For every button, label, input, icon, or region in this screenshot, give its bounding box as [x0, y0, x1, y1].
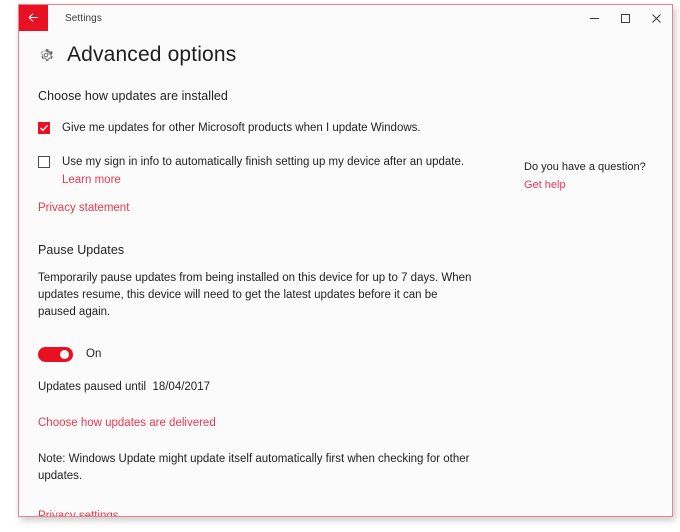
checkmark-icon: [40, 124, 49, 132]
gear-icon: [37, 47, 54, 64]
back-button[interactable]: [19, 5, 48, 31]
checkbox-row-microsoft-products[interactable]: Give me updates for other Microsoft prod…: [38, 121, 672, 135]
install-section-heading: Choose how updates are installed: [38, 89, 228, 103]
content-area: Choose how updates are installed Give me…: [19, 89, 672, 516]
back-arrow-icon: [28, 13, 38, 22]
gear-icon-svg: [40, 49, 53, 61]
pause-section-description: Temporarily pause updates from being ins…: [38, 271, 472, 319]
pause-updates-toggle[interactable]: [38, 346, 73, 362]
update-note-text: Note: Windows Update might update itself…: [38, 452, 470, 482]
page-title: Advanced options: [67, 43, 237, 66]
pause-toggle-label: On: [86, 348, 102, 360]
question-panel: Do you have a question? Get help: [524, 161, 672, 193]
pause-toggle-row[interactable]: On: [38, 346, 672, 362]
maximize-button[interactable]: [610, 5, 641, 32]
privacy-statement-container: Privacy statement: [38, 198, 672, 216]
privacy-statement-link[interactable]: Privacy statement: [38, 202, 129, 214]
maximize-icon: [621, 14, 630, 23]
checkbox-sign-in[interactable]: [38, 156, 50, 169]
checkbox-sign-in-body: Use my sign in info to automatically fin…: [62, 155, 464, 187]
window-title: Settings: [65, 13, 102, 24]
delivery-link-container: Choose how updates are delivered: [38, 413, 672, 431]
pause-section-heading: Pause Updates: [38, 242, 125, 257]
privacy-settings-container: Privacy settings: [38, 506, 672, 516]
learn-more-link[interactable]: Learn more: [62, 174, 121, 186]
paused-until-text: Updates paused until 18/04/2017: [38, 380, 210, 393]
checkbox-sign-in-label: Use my sign in info to automatically fin…: [62, 156, 465, 169]
minimize-button[interactable]: [579, 5, 610, 32]
settings-window: Settings Advanced options Choose how upd…: [18, 4, 673, 517]
window-controls: [579, 5, 672, 32]
choose-delivery-link[interactable]: Choose how updates are delivered: [38, 417, 216, 429]
close-icon: [652, 14, 661, 23]
privacy-settings-link[interactable]: Privacy settings: [38, 510, 119, 516]
title-bar: Settings: [19, 5, 672, 32]
minimize-icon: [590, 18, 599, 19]
toggle-knob: [60, 349, 69, 359]
checkbox-microsoft-products-label: Give me updates for other Microsoft prod…: [62, 122, 421, 134]
checkbox-microsoft-products-body: Give me updates for other Microsoft prod…: [62, 121, 421, 135]
page-header: Advanced options: [19, 32, 672, 67]
get-help-link[interactable]: Get help: [524, 179, 566, 191]
checkbox-microsoft-products[interactable]: [38, 122, 50, 134]
question-panel-title: Do you have a question?: [524, 161, 646, 173]
close-button[interactable]: [641, 5, 672, 32]
